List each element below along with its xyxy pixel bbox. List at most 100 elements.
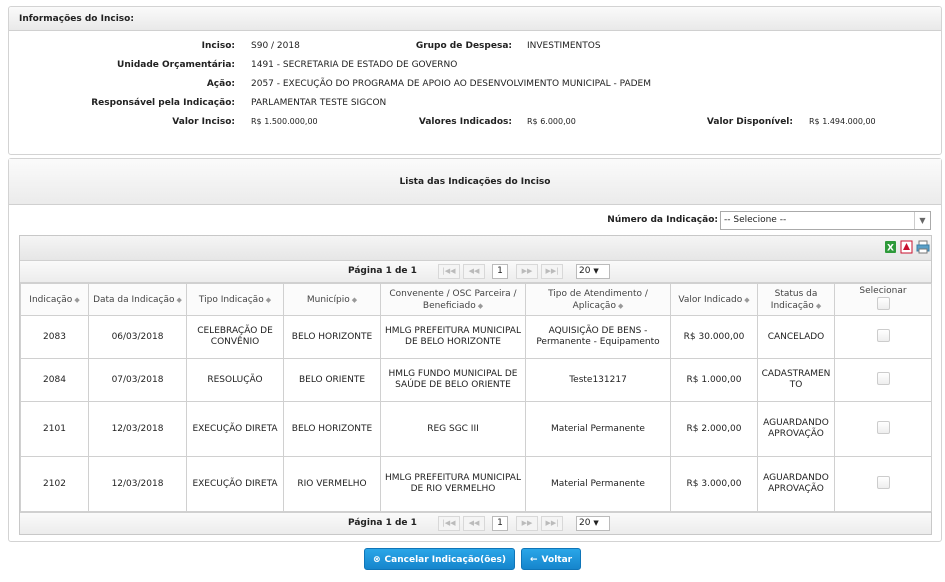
table-row: 2102 12/03/2018 EXECUÇÃO DIRETA RIO VERM… xyxy=(20,456,932,512)
last-page-icon[interactable]: ▶▶| xyxy=(541,264,563,279)
table-row: 2101 12/03/2018 EXECUÇÃO DIRETA BELO HOR… xyxy=(20,401,932,457)
col-tipo-indicacao[interactable]: Tipo Indicação ◆ xyxy=(186,283,284,316)
cell-status: CADASTRAMENTO xyxy=(757,358,835,402)
page-size-select[interactable]: 20 ▼ xyxy=(576,516,610,531)
sort-icon: ◆ xyxy=(176,295,182,304)
valor-disponivel-value: R$ 1.494.000,00 xyxy=(809,117,876,126)
indicacao-number-select-value: -- Selecione -- xyxy=(724,215,787,225)
cell-data: 07/03/2018 xyxy=(88,358,187,402)
sort-icon: ◆ xyxy=(617,301,624,310)
pager-top: Página 1 de 1 |◀◀ ◀◀ 1 ▶▶ ▶▶| 20 ▼ xyxy=(20,261,931,283)
sort-icon: ◆ xyxy=(744,295,750,304)
acao-row: Ação: 2057 - EXECUÇÃO DO PROGRAMA DE APO… xyxy=(9,77,941,91)
page-size-value: 20 xyxy=(579,266,591,276)
row-checkbox[interactable] xyxy=(876,371,890,385)
cell-indicacao: 2101 xyxy=(20,401,89,457)
pager-text: Página 1 de 1 xyxy=(348,518,417,528)
cell-data: 06/03/2018 xyxy=(88,315,187,359)
cell-status: AGUARDANDO APROVAÇÃO xyxy=(757,401,835,457)
row-checkbox[interactable] xyxy=(876,420,890,434)
col-selecionar: Selecionar xyxy=(834,283,932,316)
indicacao-number-select[interactable]: -- Selecione -- ▼ xyxy=(720,211,931,230)
grid-toolbar: X xyxy=(20,236,931,261)
cancel-indicacao-button[interactable]: ⊗ Cancelar Indicação(ões) xyxy=(364,548,515,570)
sort-icon: ◆ xyxy=(477,301,484,310)
col-status[interactable]: Status da Indicação ◆ xyxy=(757,283,835,316)
prev-page-icon[interactable]: ◀◀ xyxy=(463,516,485,531)
row-checkbox[interactable] xyxy=(876,475,890,489)
table-row: 2083 06/03/2018 CELEBRAÇÃO DE CONVÊNIO B… xyxy=(20,315,932,359)
grupo-label: Grupo de Despesa: xyxy=(415,41,512,51)
col-convenente[interactable]: Convenente / OSC Parceira / Beneficiado ◆ xyxy=(380,283,526,316)
pager-text: Página 1 de 1 xyxy=(348,266,417,276)
inciso-value: S90 / 2018 xyxy=(251,41,300,51)
back-button[interactable]: ← Voltar xyxy=(521,548,582,570)
page-input[interactable]: 1 xyxy=(492,516,508,531)
first-page-icon[interactable]: |◀◀ xyxy=(438,264,460,279)
responsavel-row: Responsável pela Indicação: PARLAMENTAR … xyxy=(9,96,941,110)
excel-icon[interactable]: X xyxy=(884,240,897,254)
chevron-down-icon: ▼ xyxy=(593,519,599,527)
cell-selecionar xyxy=(834,315,932,359)
chevron-down-icon: ▼ xyxy=(914,212,930,229)
last-page-icon[interactable]: ▶▶| xyxy=(541,516,563,531)
acao-value: 2057 - EXECUÇÃO DO PROGRAMA DE APOIO AO … xyxy=(251,79,651,89)
indicacoes-table: Indicação ◆ Data da Indicação ◆ Tipo Indic… xyxy=(20,283,932,512)
cell-municipio: BELO HORIZONTE xyxy=(283,315,381,359)
prev-page-icon[interactable]: ◀◀ xyxy=(463,264,485,279)
valor-inciso-value: R$ 1.500.000,00 xyxy=(251,117,318,126)
page-input[interactable]: 1 xyxy=(492,264,508,279)
chevron-down-icon: ▼ xyxy=(593,267,599,275)
cell-data: 12/03/2018 xyxy=(88,401,187,457)
grupo-value: INVESTIMENTOS xyxy=(527,41,601,51)
first-page-icon[interactable]: |◀◀ xyxy=(438,516,460,531)
responsavel-value: PARLAMENTAR TESTE SIGCON xyxy=(251,98,387,108)
list-panel-title: Lista das Indicações do Inciso xyxy=(9,159,941,205)
cell-valor: R$ 3.000,00 xyxy=(670,456,758,512)
arrow-left-icon: ← xyxy=(530,555,538,565)
next-page-icon[interactable]: ▶▶ xyxy=(516,264,538,279)
inciso-label: Inciso: xyxy=(201,41,235,51)
next-page-icon[interactable]: ▶▶ xyxy=(516,516,538,531)
valores-indicados-value: R$ 6.000,00 xyxy=(527,117,576,126)
unidade-row: Unidade Orçamentária: 1491 - SECRETARIA … xyxy=(9,58,941,72)
select-all-checkbox[interactable] xyxy=(876,297,890,310)
cell-atendimento: Teste131217 xyxy=(525,358,671,402)
list-panel: Lista das Indicações do Inciso Número da… xyxy=(8,158,942,542)
info-panel-title: Informações do Inciso: xyxy=(9,7,941,31)
valor-disponivel-label: Valor Disponível: xyxy=(706,117,793,127)
pdf-icon[interactable] xyxy=(900,240,913,254)
table-row: 2084 07/03/2018 RESOLUÇÃO BELO ORIENTE H… xyxy=(20,358,932,402)
cell-selecionar xyxy=(834,456,932,512)
cell-municipio: RIO VERMELHO xyxy=(283,456,381,512)
col-data[interactable]: Data da Indicação ◆ xyxy=(88,283,187,316)
valores-indicados-label: Valores Indicados: xyxy=(418,117,512,127)
sort-icon: ◆ xyxy=(351,295,358,304)
cell-status: CANCELADO xyxy=(757,315,835,359)
cell-data: 12/03/2018 xyxy=(88,456,187,512)
cell-convenente: HMLG FUNDO MUNICIPAL DE SAÚDE DE BELO OR… xyxy=(380,358,526,402)
cell-tipo: RESOLUÇÃO xyxy=(186,358,284,402)
print-icon[interactable] xyxy=(916,240,930,254)
table-header-row: Indicação ◆ Data da Indicação ◆ Tipo Indic… xyxy=(20,283,932,316)
cell-selecionar xyxy=(834,358,932,402)
cell-municipio: BELO ORIENTE xyxy=(283,358,381,402)
col-tipo-atendimento[interactable]: Tipo de Atendimento / Aplicação ◆ xyxy=(525,283,671,316)
cell-atendimento: Material Permanente xyxy=(525,401,671,457)
back-button-label: Voltar xyxy=(541,555,573,565)
col-indicacao[interactable]: Indicação ◆ xyxy=(20,283,89,316)
page-size-select[interactable]: 20 ▼ xyxy=(576,264,610,279)
cell-tipo: CELEBRAÇÃO DE CONVÊNIO xyxy=(186,315,284,359)
sort-icon: ◆ xyxy=(74,295,80,304)
info-panel: Informações do Inciso: Inciso: S90 / 201… xyxy=(8,6,942,155)
col-valor[interactable]: Valor Indicado ◆ xyxy=(670,283,758,316)
row-checkbox[interactable] xyxy=(876,328,890,342)
cell-indicacao: 2084 xyxy=(20,358,89,402)
cell-atendimento: AQUISIÇÃO DE BENS - Permanente - Equipam… xyxy=(525,315,671,359)
filter-row: Número da Indicação: -- Selecione -- ▼ xyxy=(9,211,941,231)
cell-valor: R$ 1.000,00 xyxy=(670,358,758,402)
cell-atendimento: Material Permanente xyxy=(525,456,671,512)
col-municipio[interactable]: Município ◆ xyxy=(283,283,381,316)
valores-row: Valor Inciso: R$ 1.500.000,00 Valores In… xyxy=(9,115,941,129)
cancel-indicacao-button-label: Cancelar Indicação(ões) xyxy=(384,555,506,565)
